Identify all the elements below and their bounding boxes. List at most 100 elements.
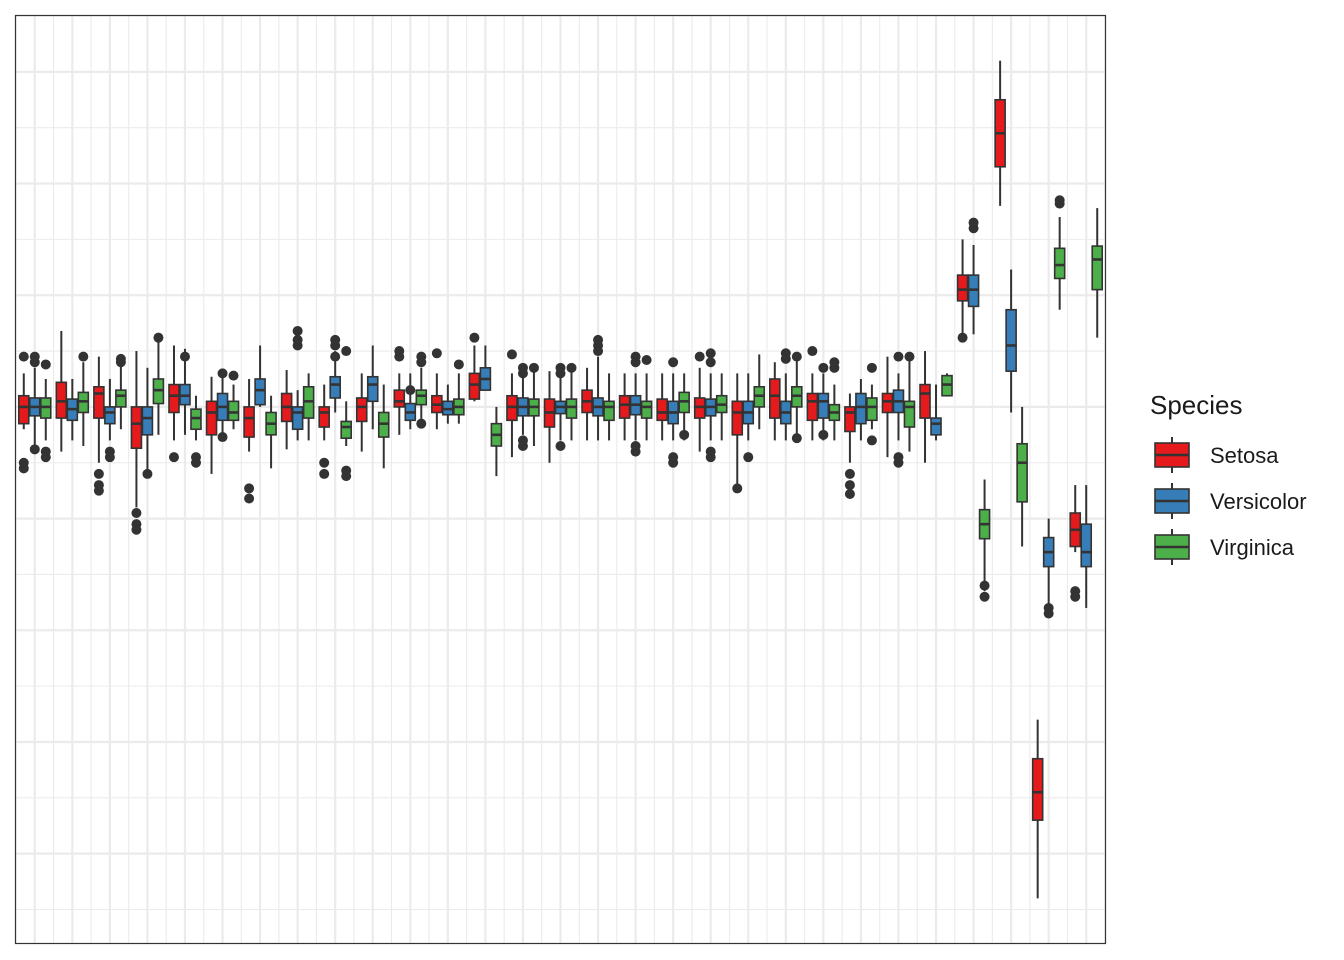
series-setosa [17, 60, 1082, 899]
box-iqr [141, 406, 154, 436]
box-iqr [769, 378, 781, 419]
box-setosa-20 [731, 373, 744, 494]
legend-label-setosa: Setosa [1210, 443, 1279, 468]
outlier-point [469, 332, 480, 343]
outlier-point [517, 440, 528, 451]
box-iqr [817, 392, 830, 419]
box-iqr [205, 400, 218, 436]
box-versicolor-11 [404, 373, 417, 430]
box-versicolor-22 [817, 362, 830, 441]
box-setosa-29 [1069, 485, 1082, 602]
outlier-point [244, 483, 255, 494]
outlier-point [866, 362, 877, 373]
outlier-point [866, 435, 877, 446]
box-setosa-5 [168, 345, 180, 463]
outlier-point [29, 444, 40, 455]
box-iqr [903, 400, 916, 428]
outlier-point [630, 357, 641, 368]
box-iqr [415, 389, 428, 406]
box-virginica-11 [415, 351, 428, 429]
box-virginica-6 [227, 370, 240, 430]
box-iqr [1053, 247, 1066, 280]
box-setosa-28 [1031, 719, 1044, 899]
outlier-point [844, 489, 855, 500]
outlier-point [431, 348, 442, 359]
box-setosa-26 [956, 239, 969, 343]
box-virginica-28 [1053, 195, 1066, 310]
outlier-point [844, 468, 855, 479]
box-iqr [17, 394, 30, 425]
box-iqr [227, 400, 240, 422]
box-iqr [603, 400, 615, 422]
outlier-point [791, 433, 802, 444]
legend-key-versicolor [1154, 483, 1190, 519]
outlier-point [330, 334, 341, 345]
box-iqr [340, 420, 352, 439]
outlier-point [341, 346, 352, 357]
box-versicolor-25 [930, 384, 942, 441]
outlier-point [341, 471, 352, 482]
outlier-point [528, 362, 539, 373]
box-versicolor-7 [254, 345, 266, 407]
box-setosa-10 [355, 373, 368, 452]
outlier-point [131, 508, 142, 519]
outlier-point [780, 353, 791, 364]
box-iqr [254, 378, 266, 406]
box-versicolor-13 [479, 345, 492, 391]
box-virginica-9 [340, 346, 352, 482]
box-versicolor-23 [855, 378, 867, 441]
box-setosa-4 [130, 351, 143, 535]
box-virginica-17 [640, 354, 653, 441]
legend-item-setosa: Setosa [1154, 437, 1279, 473]
box-setosa-15 [543, 371, 556, 463]
box-iqr [93, 385, 105, 419]
outlier-point [705, 452, 716, 463]
outlier-point [18, 463, 29, 474]
outlier-point [904, 351, 915, 362]
box-iqr [468, 372, 481, 400]
box-virginica-27 [1016, 406, 1028, 547]
outlier-point [78, 351, 89, 362]
outlier-point [217, 432, 228, 443]
box-versicolor-1 [28, 351, 41, 455]
outlier-point [668, 452, 679, 463]
box-virginica-13 [490, 406, 503, 477]
box-virginica-8 [302, 373, 315, 441]
outlier-point [743, 452, 754, 463]
box-virginica-21 [791, 351, 803, 444]
box-iqr [1080, 523, 1093, 568]
box-virginica-15 [565, 362, 578, 441]
box-iqr [329, 375, 341, 399]
box-iqr [291, 406, 304, 431]
legend-title: Species [1150, 390, 1243, 420]
box-versicolor-6 [216, 368, 229, 443]
box-versicolor-12 [442, 384, 454, 424]
box-virginica-26 [978, 479, 991, 602]
box-iqr [104, 406, 116, 425]
outlier-point [228, 370, 239, 381]
outlier-point [979, 580, 990, 591]
box-virginica-16 [603, 373, 615, 441]
box-iqr [130, 406, 143, 450]
outlier-point [244, 493, 255, 504]
outlier-point [40, 452, 51, 463]
legend: Species Setosa Versicolor Virginica [1150, 390, 1307, 565]
legend-key-virginica [1154, 529, 1190, 565]
outlier-point [319, 468, 330, 479]
outlier-point [679, 429, 690, 440]
box-iqr [1031, 757, 1044, 821]
outlier-point [566, 362, 577, 373]
box-setosa-17 [618, 373, 631, 441]
outlier-point [18, 351, 29, 362]
box-versicolor-3 [104, 378, 116, 463]
box-virginica-18 [678, 373, 690, 441]
outlier-point [131, 524, 142, 535]
outlier-point [292, 325, 303, 336]
box-virginica-24 [903, 351, 916, 452]
outlier-point [893, 457, 904, 468]
box-iqr [640, 400, 653, 419]
box-versicolor-9 [329, 334, 341, 413]
box-iqr [355, 397, 368, 423]
box-versicolor-27 [1005, 269, 1017, 413]
box-iqr [844, 406, 856, 433]
